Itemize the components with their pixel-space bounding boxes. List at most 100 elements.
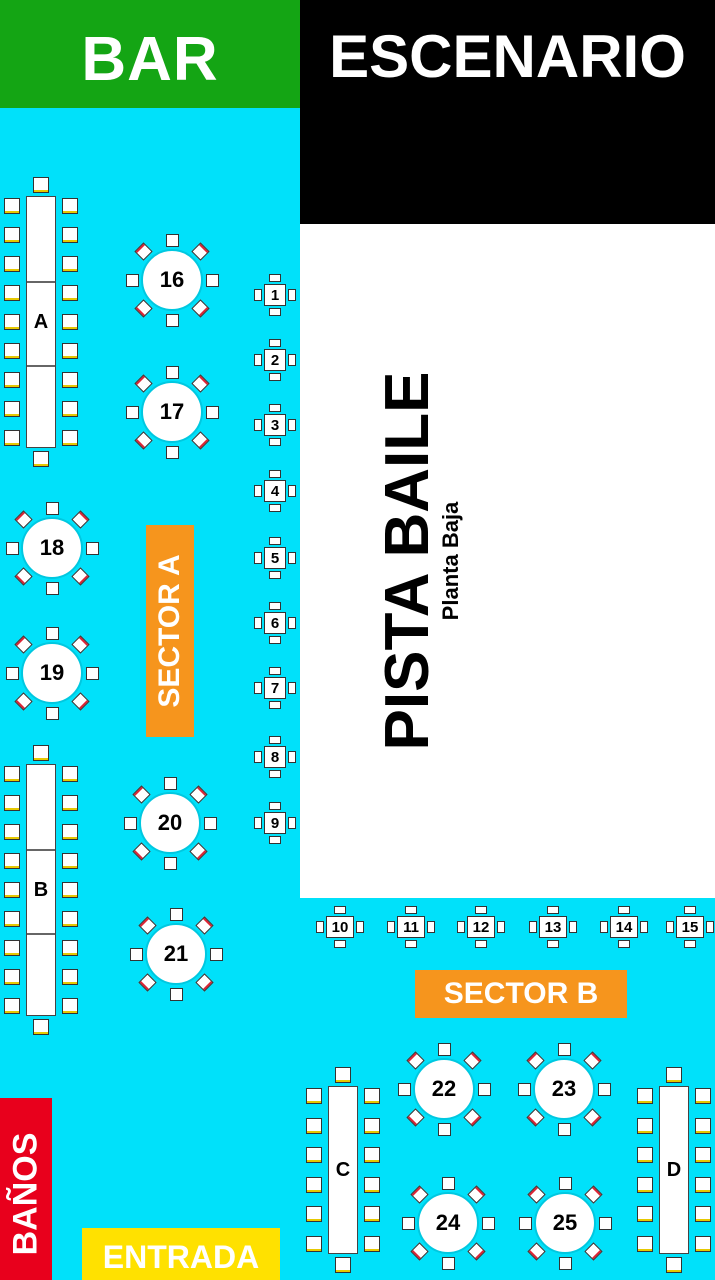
chair [254, 485, 262, 497]
bar-zone: BAR [0, 0, 300, 108]
small-table-3[interactable]: 3 [264, 414, 286, 436]
chair [62, 882, 78, 898]
chair [695, 1088, 711, 1104]
small-table-15[interactable]: 15 [676, 916, 704, 938]
small-table-label: 1 [270, 286, 280, 304]
small-table-2[interactable]: 2 [264, 349, 286, 371]
chair [4, 285, 20, 301]
chair [637, 1176, 653, 1193]
small-table-label: 4 [270, 482, 280, 500]
stage-zone: ESCENARIO [300, 0, 715, 224]
long-table-c[interactable]: C [328, 1086, 358, 1254]
sector-b-badge: SECTOR B [415, 970, 627, 1018]
chair [557, 1042, 571, 1056]
chair [4, 314, 20, 330]
chair [254, 354, 262, 366]
round-table-label: 20 [139, 792, 201, 854]
round-table-19[interactable]: 19 [5, 626, 99, 720]
chair [169, 907, 183, 921]
chair [695, 1147, 711, 1164]
chair [269, 636, 281, 644]
chair [45, 626, 59, 640]
chair [163, 776, 177, 790]
chair [4, 882, 20, 898]
chair [269, 274, 281, 282]
chair [62, 198, 78, 214]
chair [4, 795, 20, 811]
chair [4, 853, 20, 869]
small-table-11[interactable]: 11 [397, 916, 425, 938]
small-table-4[interactable]: 4 [264, 480, 286, 502]
dance-floor-subtitle: Planta Baja [438, 501, 463, 621]
chair [125, 273, 139, 287]
chair [62, 227, 78, 243]
chair [269, 802, 281, 810]
chair [600, 921, 608, 933]
chair [62, 766, 78, 782]
small-table-1[interactable]: 1 [264, 284, 286, 306]
chair [557, 1122, 571, 1136]
chair [598, 1216, 612, 1230]
small-table-8[interactable]: 8 [264, 746, 286, 768]
small-table-9[interactable]: 9 [264, 812, 286, 834]
small-table-7[interactable]: 7 [264, 677, 286, 699]
round-table-17[interactable]: 17 [125, 365, 219, 459]
chair [437, 1042, 451, 1056]
chair [33, 1019, 49, 1035]
chair [441, 1176, 455, 1190]
chair [62, 853, 78, 869]
small-table-13[interactable]: 13 [539, 916, 567, 938]
chair [62, 372, 78, 388]
chair [269, 373, 281, 381]
chair [481, 1216, 495, 1230]
chair [437, 1122, 451, 1136]
chair [62, 256, 78, 272]
chair [401, 1216, 415, 1230]
round-table-18[interactable]: 18 [5, 501, 99, 595]
chair [4, 998, 20, 1014]
round-table-25[interactable]: 25 [518, 1176, 612, 1270]
chair [62, 911, 78, 927]
chair [518, 1216, 532, 1230]
chair [356, 921, 364, 933]
chair [558, 1176, 572, 1190]
chair [387, 921, 395, 933]
round-table-21[interactable]: 21 [129, 907, 223, 1001]
long-table-b[interactable]: B [26, 764, 56, 1016]
chair [335, 1257, 351, 1273]
long-table-d[interactable]: D [659, 1086, 689, 1254]
round-table-16[interactable]: 16 [125, 233, 219, 327]
round-table-label: 22 [413, 1058, 475, 1120]
round-table-24[interactable]: 24 [401, 1176, 495, 1270]
chair [209, 947, 223, 961]
chair [4, 256, 20, 272]
chair [254, 617, 262, 629]
chair [618, 940, 630, 948]
chair [62, 314, 78, 330]
small-table-12[interactable]: 12 [467, 916, 495, 938]
small-table-14[interactable]: 14 [610, 916, 638, 938]
chair [288, 817, 296, 829]
small-table-6[interactable]: 6 [264, 612, 286, 634]
chair [364, 1176, 380, 1193]
chair [706, 921, 714, 933]
chair [62, 824, 78, 840]
round-table-label: 21 [145, 923, 207, 985]
round-table-23[interactable]: 23 [517, 1042, 611, 1136]
round-table-22[interactable]: 22 [397, 1042, 491, 1136]
chair [165, 365, 179, 379]
bar-label: BAR [81, 24, 219, 94]
banos-label: BAÑOS [6, 1132, 45, 1256]
long-table-a[interactable]: A [26, 196, 56, 448]
chair [129, 947, 143, 961]
chair [334, 906, 346, 914]
small-table-label: 6 [270, 614, 280, 632]
chair [85, 666, 99, 680]
chair [306, 1147, 322, 1164]
small-table-10[interactable]: 10 [326, 916, 354, 938]
small-table-label: 14 [615, 918, 633, 936]
round-table-20[interactable]: 20 [123, 776, 217, 870]
small-table-5[interactable]: 5 [264, 547, 286, 569]
chair [306, 1236, 322, 1252]
chair [5, 666, 19, 680]
